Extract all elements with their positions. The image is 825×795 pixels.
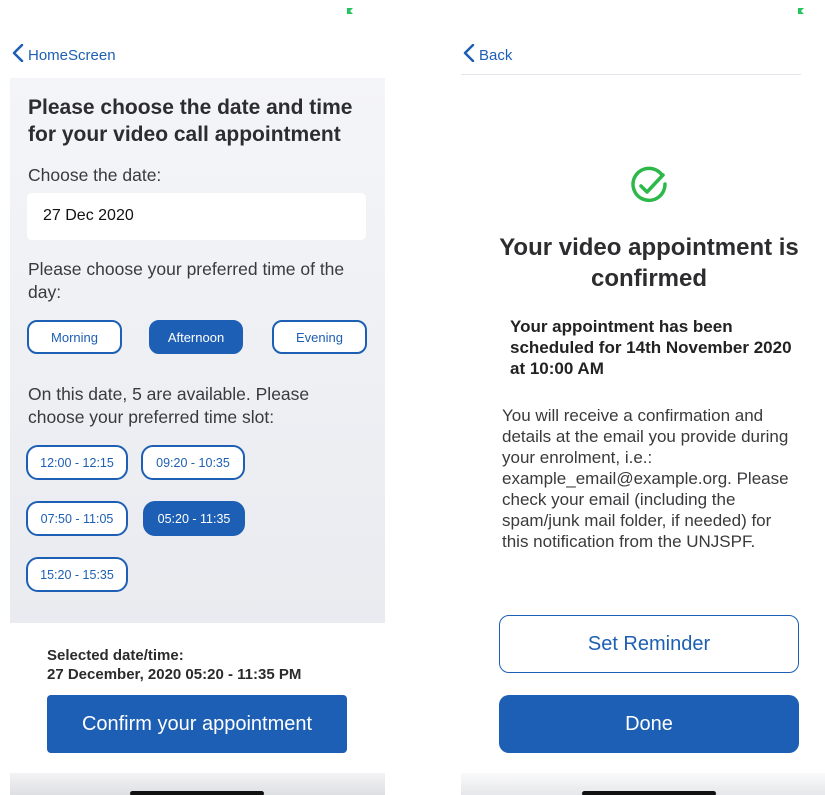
confirmation-screen: Back Your video appointment is confirmed… (451, 0, 825, 795)
back-button[interactable]: HomeScreen (12, 43, 116, 66)
appointment-summary: Your appointment has been scheduled for … (510, 317, 792, 378)
afternoon-option[interactable]: Afternoon (149, 320, 243, 354)
home-indicator (130, 791, 264, 795)
selected-value: 27 December, 2020 05:20 - 11:35 PM (47, 666, 302, 683)
selected-label: Selected date/time: (47, 647, 184, 664)
time-slot[interactable]: 09:20 - 10:35 (141, 445, 245, 480)
status-flag-icon (798, 8, 804, 14)
page-title: Please choose the date and time for your… (28, 96, 353, 146)
nav-bar: HomeScreen (0, 43, 390, 74)
confirmation-details: You will receive a confirmation and deta… (502, 406, 789, 551)
appointment-scheduler-screen: HomeScreen Please choose the date and ti… (0, 0, 390, 795)
date-label: Choose the date: (28, 165, 162, 185)
time-slot-selected[interactable]: 05:20 - 11:35 (143, 501, 245, 536)
date-picker[interactable]: 27 Dec 2020 (27, 193, 366, 240)
back-label: Back (479, 46, 513, 64)
status-flag-icon (347, 8, 353, 14)
nav-bar: Back (451, 43, 825, 74)
time-slot[interactable]: 07:50 - 11:05 (26, 501, 128, 536)
morning-option[interactable]: Morning (27, 320, 122, 354)
time-of-day-label: Please choose your preferred time of the… (28, 259, 345, 302)
slots-label: On this date, 5 are available. Please ch… (28, 384, 310, 427)
home-indicator (582, 791, 716, 795)
confirmation-title: Your video appointment is confirmed (499, 234, 799, 292)
evening-option[interactable]: Evening (272, 320, 367, 354)
back-button[interactable]: Back (463, 43, 513, 66)
confirm-appointment-button[interactable]: Confirm your appointment (47, 695, 347, 753)
set-reminder-button[interactable]: Set Reminder (499, 615, 799, 673)
check-circle-icon (629, 166, 669, 211)
chevron-left-icon (12, 43, 28, 66)
appointment-form: Please choose the date and time for your… (10, 78, 385, 623)
chevron-left-icon (463, 43, 479, 66)
time-slot[interactable]: 15:20 - 15:35 (26, 557, 128, 592)
date-value: 27 Dec 2020 (43, 207, 134, 224)
selected-datetime: Selected date/time: 27 December, 2020 05… (47, 646, 301, 684)
done-button[interactable]: Done (499, 695, 799, 753)
selection-footer: Selected date/time: 27 December, 2020 05… (10, 623, 385, 773)
nav-divider (461, 74, 801, 75)
back-label: HomeScreen (28, 46, 116, 64)
time-slot[interactable]: 12:00 - 12:15 (26, 445, 128, 480)
